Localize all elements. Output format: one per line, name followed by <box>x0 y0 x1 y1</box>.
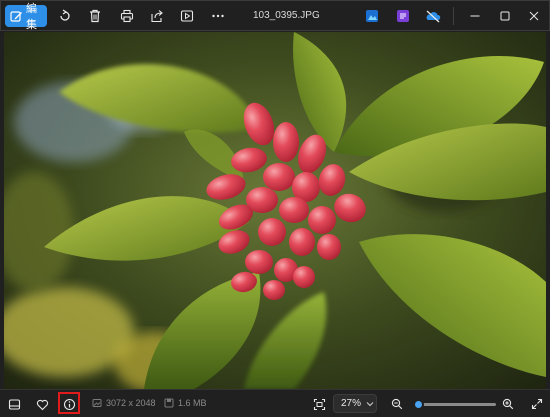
top-toolbar: 編集 103_0395.JPG <box>0 0 550 31</box>
rotate-icon <box>58 9 72 23</box>
zoom-in-button[interactable] <box>498 394 518 414</box>
flower-bud-photo <box>4 32 546 389</box>
zoom-out-icon <box>391 398 403 410</box>
favorite-button[interactable] <box>32 394 52 414</box>
share-icon <box>150 9 164 23</box>
rotate-button[interactable] <box>53 5 77 27</box>
printer-icon <box>120 9 134 23</box>
file-name: 103_0395.JPG <box>253 10 320 21</box>
file-size-icon <box>164 398 174 408</box>
close-button[interactable] <box>522 5 546 27</box>
close-icon <box>528 10 540 22</box>
slideshow-button[interactable] <box>175 5 199 27</box>
fit-to-window-icon <box>313 398 326 411</box>
zoom-out-button[interactable] <box>387 394 407 414</box>
image-dimensions: 3072 x 2048 <box>106 398 156 408</box>
photos-app-button[interactable] <box>360 5 384 27</box>
minimize-button[interactable] <box>463 5 487 27</box>
full-screen-button[interactable] <box>527 394 547 414</box>
zoom-slider-thumb[interactable] <box>413 399 424 410</box>
delete-button[interactable] <box>83 5 107 27</box>
minimize-icon <box>469 10 481 22</box>
info-icon <box>63 398 76 411</box>
zoom-slider[interactable] <box>413 399 496 410</box>
onedrive-icon <box>425 9 441 23</box>
onedrive-button[interactable] <box>421 5 445 27</box>
share-button[interactable] <box>145 5 169 27</box>
chevron-down-icon <box>366 401 374 407</box>
window-controls-divider <box>453 7 454 25</box>
fit-to-window-button[interactable] <box>309 394 329 414</box>
clipchamp-button[interactable] <box>391 5 415 27</box>
more-button[interactable] <box>206 5 230 27</box>
slideshow-icon <box>180 9 194 23</box>
edit-icon <box>10 10 23 23</box>
maximize-icon <box>499 10 511 22</box>
trash-icon <box>88 9 102 23</box>
file-size: 1.6 MB <box>178 398 207 408</box>
heart-icon <box>36 398 49 411</box>
filmstrip-toggle-button[interactable] <box>4 394 24 414</box>
maximize-button[interactable] <box>493 5 517 27</box>
zoom-level-dropdown[interactable]: 27% <box>333 394 377 413</box>
full-screen-icon <box>531 398 543 410</box>
zoom-in-icon <box>502 398 514 410</box>
more-icon <box>211 9 225 23</box>
clipchamp-icon <box>396 9 410 23</box>
edit-button-label: 編集 <box>26 3 37 31</box>
file-info-button[interactable] <box>59 394 79 414</box>
zoom-level-value: 27% <box>341 398 362 409</box>
filmstrip-icon <box>8 398 21 411</box>
photos-app-icon <box>365 9 379 23</box>
image-dimensions-icon <box>92 398 102 408</box>
print-button[interactable] <box>115 5 139 27</box>
edit-button[interactable]: 編集 <box>5 3 47 31</box>
photo-viewer-image[interactable] <box>4 32 546 389</box>
status-bar: 3072 x 2048 1.6 MB 27% <box>0 389 550 417</box>
